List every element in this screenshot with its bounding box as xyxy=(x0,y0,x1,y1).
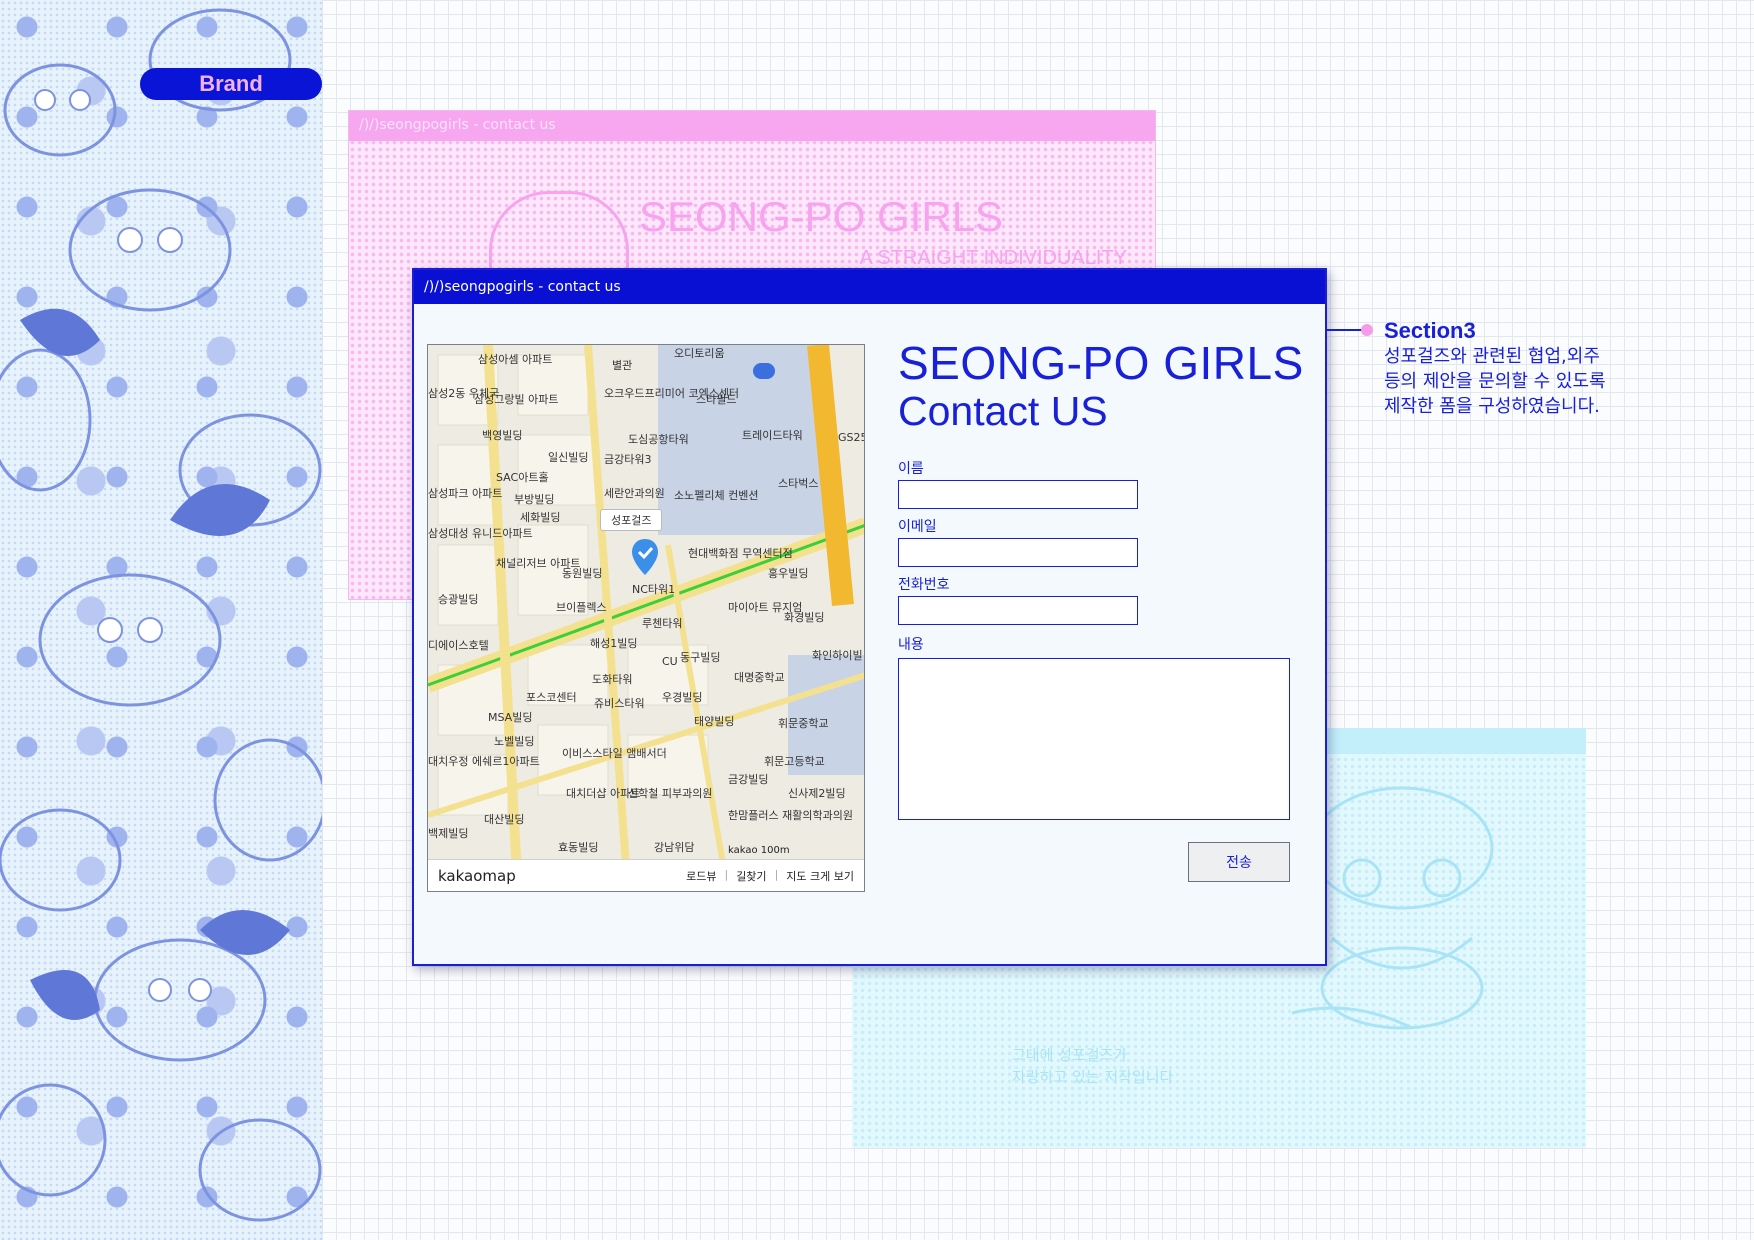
map-label: 세란안과의원 xyxy=(604,487,665,500)
map-label: CU xyxy=(662,655,678,668)
contact-window: /)/)seongpogirls - contact us 삼성아셈 아파트 별… xyxy=(412,268,1327,966)
map-label: 동원빌딩 xyxy=(562,567,603,580)
map-label: 디에이스호텔 xyxy=(428,639,489,652)
map-label: 현대백화점 무역센터점 xyxy=(688,547,793,560)
map-label: 루첸타워 xyxy=(642,617,683,630)
map-label: 신학철 피부과의원 xyxy=(628,787,713,800)
large-map-link[interactable]: 지도 크게 보기 xyxy=(786,868,854,884)
separator: | xyxy=(724,867,729,881)
map-label: SAC아트홀 xyxy=(496,471,549,484)
map-label: 동구빌딩 xyxy=(680,651,721,664)
map-label: 도심공항타워 xyxy=(628,433,689,446)
window-titlebar: /)/)seongpogirls - contact us xyxy=(414,270,1325,304)
name-field[interactable] xyxy=(898,480,1138,509)
location-pin-icon[interactable] xyxy=(630,537,660,577)
map-label: 별관 xyxy=(612,359,633,372)
map-label: 삼성파크 아파트 xyxy=(428,487,503,500)
submit-button[interactable]: 전송 xyxy=(1188,842,1290,882)
decorative-pattern-panel: Brand xyxy=(0,0,322,1240)
map-label: 삼성그랑빌 아파트 xyxy=(474,393,559,406)
name-label: 이름 xyxy=(898,461,924,477)
map-label: 삼성대성 유니드아파트 xyxy=(428,527,533,540)
map-label: 스타벅스 xyxy=(778,477,819,490)
map-label: 태양빌딩 xyxy=(694,715,735,728)
cyan-text-line1: 그대에 성포걸즈가 xyxy=(1012,1046,1128,1064)
map-label: 스타필드 xyxy=(696,393,737,406)
map-label: 백영빌딩 xyxy=(482,429,523,442)
map-label: 소노펠리체 컨벤션 xyxy=(674,489,759,502)
content-label: 내용 xyxy=(898,637,924,653)
map-label: 쥬비스타워 xyxy=(594,697,645,710)
map-label: 금강타워3 xyxy=(604,453,652,466)
map-label: MSA빌딩 xyxy=(488,711,533,724)
map-label: 대치우정 에쉐르1아파트 xyxy=(428,755,540,768)
map-label: 우경빌딩 xyxy=(662,691,703,704)
roadview-link[interactable]: 로드뷰 xyxy=(686,868,716,884)
map-label: 노벨빌딩 xyxy=(494,735,535,748)
map-label: 한맘플러스 재활의학과의원 xyxy=(728,809,853,822)
map-label: 일신빌딩 xyxy=(548,451,589,464)
map-label: GS25 xyxy=(838,431,865,444)
map-label: 세화빌딩 xyxy=(520,511,561,524)
separator: | xyxy=(774,867,779,881)
map-label: 승광빌딩 xyxy=(438,593,479,606)
map-scale: kakao 100m xyxy=(728,845,790,856)
map-label: 이비스스타일 앰배서더 xyxy=(562,747,667,760)
annotation-body: 성포걸즈와 관련된 협업,외주 등의 제안을 문의할 수 있도록 제작한 폼을 … xyxy=(1384,346,1606,417)
directions-link[interactable]: 길찾기 xyxy=(736,868,766,884)
map-label: 부방빌딩 xyxy=(514,493,555,506)
map-label: 포스코센터 xyxy=(526,691,577,704)
cyan-window-text: 그대에 성포걸즈가 자랑하고 있는 저작입니다 xyxy=(1012,1044,1173,1088)
map-label: 효동빌딩 xyxy=(558,841,599,854)
phone-label: 전화번호 xyxy=(898,577,950,593)
map-label: 신사제2빌딩 xyxy=(788,787,846,800)
map-label: 백제빌딩 xyxy=(428,827,469,840)
map-footer-links: 로드뷰 | 길찾기 | 지도 크게 보기 xyxy=(686,868,854,884)
email-field[interactable] xyxy=(898,538,1138,567)
character-pattern-illustration xyxy=(0,8,322,1222)
map-label: 트레이드타워 xyxy=(742,429,803,442)
map-label: NC타워1 xyxy=(632,583,676,596)
kakao-map[interactable]: 삼성아셈 아파트 별관 오디토리움 삼성2동 우체국 삼성그랑빌 아파트 오크우… xyxy=(427,344,865,892)
page-title: SEONG-PO GIRLS xyxy=(898,337,1304,389)
content-textarea[interactable] xyxy=(898,658,1290,820)
map-label: 대산빌딩 xyxy=(484,813,525,826)
map-label: 강남위담 xyxy=(654,841,695,854)
annotation-title: Section3 xyxy=(1384,318,1476,343)
pink-window-titlebar: /)/)seongpogirls - contact us xyxy=(349,111,1155,141)
kakaomap-logo: kakaomap xyxy=(438,866,516,885)
map-label: 삼성아셈 아파트 xyxy=(478,353,553,366)
map-label: 브이플렉스 xyxy=(556,601,607,614)
map-label: 휘문고등학교 xyxy=(764,755,825,768)
phone-field[interactable] xyxy=(898,596,1138,625)
map-label: 휘문중학교 xyxy=(778,717,829,730)
map-footer: kakaomap 로드뷰 | 길찾기 | 지도 크게 보기 xyxy=(428,859,864,891)
map-label: 화경빌딩 xyxy=(784,611,825,624)
page-subtitle: Contact US xyxy=(898,388,1108,434)
pink-window-heading: SEONG-PO GIRLS xyxy=(639,193,1004,240)
map-label: 도화타워 xyxy=(592,673,633,686)
map-label: 금강빌딩 xyxy=(728,773,769,786)
brand-pill: Brand xyxy=(140,68,322,100)
map-label: 대명중학교 xyxy=(734,671,785,684)
pink-window-subheading: A STRAIGHT INDIVIDUALITY xyxy=(859,247,1127,269)
cyan-text-line2: 자랑하고 있는 저작입니다 xyxy=(1012,1068,1174,1086)
annotation-dot xyxy=(1361,324,1373,336)
map-label: 해성1빌딩 xyxy=(590,637,638,650)
map-label: 오디토리움 xyxy=(674,347,725,360)
map-label: 화인하이빌 아파트 xyxy=(812,649,864,662)
email-label: 이메일 xyxy=(898,519,937,535)
map-place-callout[interactable]: 성포걸즈 xyxy=(600,509,663,531)
map-label: 홍우빌딩 xyxy=(768,567,809,580)
